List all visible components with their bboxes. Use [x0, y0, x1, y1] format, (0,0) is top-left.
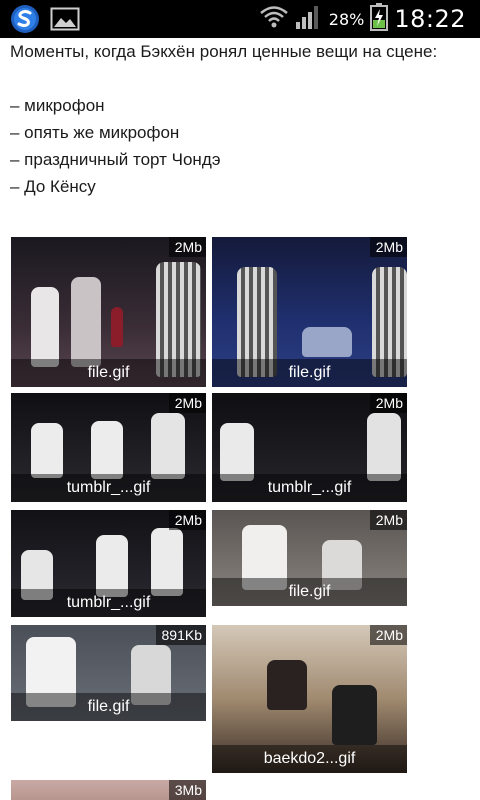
post-intro: Моменты, когда Бэкхён ронял ценные вещи … — [10, 42, 438, 61]
post-list-item: – микрофон — [10, 96, 105, 115]
file-size-badge: 2Mb — [168, 393, 206, 413]
app-s-icon — [10, 4, 40, 38]
attachment-thumbnail[interactable]: 3Mb — [11, 780, 206, 800]
file-size-badge: 2Mb — [168, 237, 206, 257]
file-size-badge: 2Mb — [369, 237, 407, 257]
post-body: Моменты, когда Бэкхён ронял ценные вещи … — [10, 38, 470, 200]
status-bar: 28% 18:22 — [0, 0, 480, 38]
file-name: file.gif — [11, 693, 206, 721]
post-list-item: – До Кёнсу — [10, 177, 96, 196]
attachment-thumbnail[interactable]: 2Mb file.gif — [212, 510, 407, 606]
file-name: file.gif — [212, 359, 407, 387]
file-size-badge: 2Mb — [369, 625, 407, 645]
file-size-badge: 3Mb — [168, 780, 206, 800]
file-name: file.gif — [212, 578, 407, 606]
file-name: file.gif — [11, 359, 206, 387]
clock: 18:22 — [394, 5, 466, 33]
file-size-badge: 2Mb — [168, 510, 206, 530]
battery-percent: 28% — [328, 9, 365, 29]
file-size-badge: 2Mb — [369, 393, 407, 413]
wifi-icon — [259, 4, 289, 34]
attachment-thumbnail[interactable]: 2Mb tumblr_...gif — [11, 393, 206, 502]
attachment-thumbnail[interactable]: 891Kb file.gif — [11, 625, 206, 721]
attachment-thumbnail[interactable]: 2Mb file.gif — [212, 237, 407, 387]
file-size-badge: 891Kb — [155, 625, 206, 645]
post-list-item: – праздничный торт Чондэ — [10, 150, 221, 169]
attachment-thumbnail[interactable]: 2Mb tumblr_...gif — [212, 393, 407, 502]
file-name: tumblr_...gif — [11, 589, 206, 617]
attachment-thumbnail[interactable]: 2Mb tumblr_...gif — [11, 510, 206, 617]
attachment-thumbnail[interactable]: 2Mb file.gif — [11, 237, 206, 387]
attachment-thumbnail[interactable]: 2Mb baekdo2...gif — [212, 625, 407, 773]
battery-charging-icon — [370, 3, 389, 35]
file-size-badge: 2Mb — [369, 510, 407, 530]
post-list-item: – опять же микрофон — [10, 123, 180, 142]
post-text: Моменты, когда Бэкхён ронял ценные вещи … — [10, 38, 470, 200]
file-name: tumblr_...gif — [11, 474, 206, 502]
file-name: tumblr_...gif — [212, 474, 407, 502]
gallery-icon — [50, 6, 80, 36]
file-name: baekdo2...gif — [212, 745, 407, 773]
signal-icon — [295, 4, 323, 34]
